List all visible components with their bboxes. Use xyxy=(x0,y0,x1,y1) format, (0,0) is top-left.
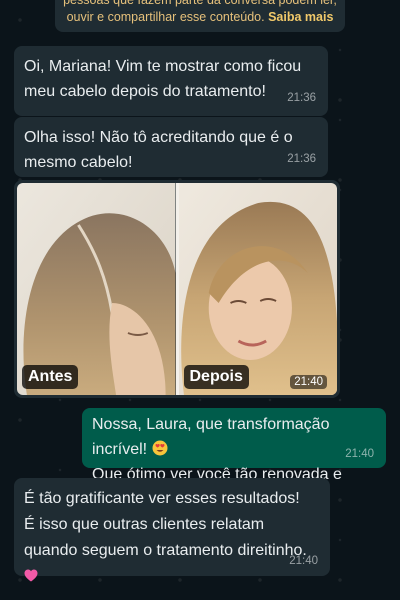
incoming-message[interactable]: Oi, Mariana! Vim te mostrar como ficou m… xyxy=(14,46,328,116)
learn-more-link[interactable]: Saiba mais xyxy=(268,10,333,24)
message-time: 21:36 xyxy=(287,92,316,104)
message-text-line1: Nossa, Laura, que transformação incrível… xyxy=(92,416,330,458)
after-photo[interactable]: Depois 21:40 xyxy=(175,183,337,395)
after-label: Depois xyxy=(183,365,249,389)
message-time: 21:40 xyxy=(289,555,318,567)
outgoing-message[interactable]: Nossa, Laura, que transformação incrível… xyxy=(82,408,386,508)
message-time: 21:36 xyxy=(287,153,316,165)
message-text-line3: quando seguem o tratamento direitinho. xyxy=(24,542,307,559)
pink-heart-icon xyxy=(24,569,38,582)
incoming-message[interactable]: Olha isso! Não tô acreditando que é o me… xyxy=(14,117,328,177)
message-text: Olha isso! Não tô acreditando que é o me… xyxy=(24,129,293,171)
encryption-notice[interactable]: pessoas que fazem parte da conversa pode… xyxy=(55,0,345,32)
before-photo[interactable]: Antes xyxy=(17,183,176,395)
message-text-line1: É tão gratificante ver esses resultados! xyxy=(24,490,300,507)
heart-eyes-emoji-icon xyxy=(152,440,168,456)
incoming-photo-message[interactable]: Antes Depois 21:40 xyxy=(14,180,340,398)
message-time: 21:40 xyxy=(290,375,327,389)
message-text-line2: É isso que outras clientes relatam xyxy=(24,516,265,533)
before-label: Antes xyxy=(22,365,79,389)
message-text: Oi, Mariana! Vim te mostrar como ficou m… xyxy=(24,58,302,100)
incoming-message[interactable]: É tão gratificante ver esses resultados!… xyxy=(14,478,330,582)
message-time: 21:40 xyxy=(345,448,374,460)
